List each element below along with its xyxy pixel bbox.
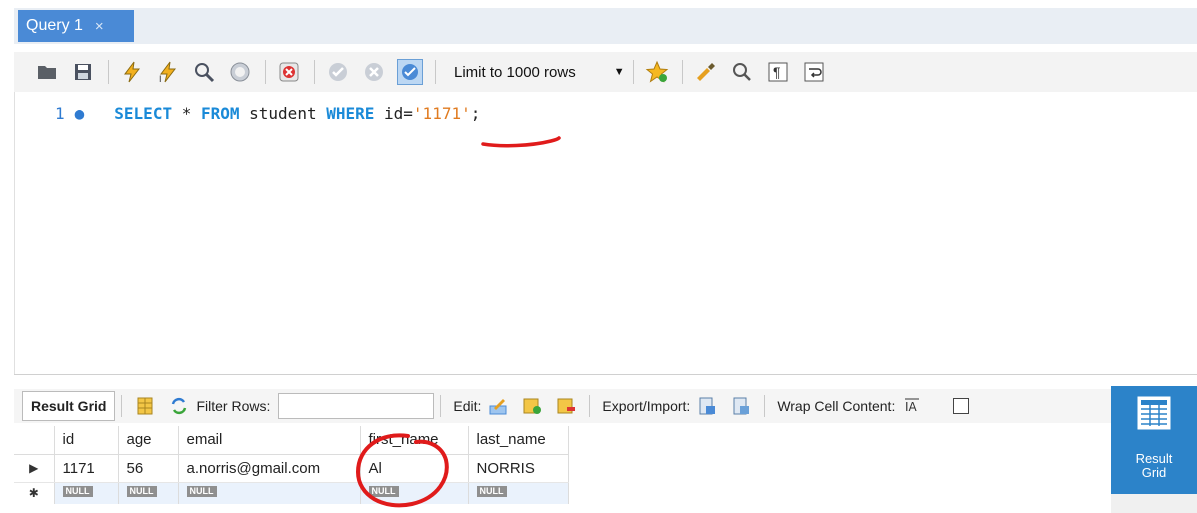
grid-layout-icon[interactable] [134, 395, 156, 417]
result-grid-side-button[interactable]: Result Grid [1111, 386, 1197, 494]
svg-text:¶: ¶ [773, 64, 781, 80]
export-import-label: Export/Import: [602, 398, 691, 414]
statement-marker-icon: ● [74, 104, 85, 123]
toolbar-separator [108, 60, 109, 84]
result-grid-icon [1137, 396, 1171, 430]
toolbar-separator [681, 60, 683, 84]
red-circle-annotation [355, 433, 449, 508]
table-row[interactable]: ▶ 1171 56 a.norris@gmail.com Al NORRIS [14, 454, 569, 483]
null-cell-last-name[interactable]: NULL [468, 482, 569, 504]
edit-row-icon[interactable] [487, 395, 509, 417]
find-icon[interactable] [729, 59, 755, 85]
query-toolbar: I Limit to 1000 rows ▼ ¶ [14, 52, 1197, 92]
side-button-label-1: Result [1135, 451, 1173, 466]
commit-icon[interactable] [325, 59, 351, 85]
line-number: 1 [55, 104, 65, 123]
keyword-select: SELECT [114, 104, 173, 123]
toolbar-separator [632, 60, 634, 84]
code-line-1: 1 ● SELECT * FROM student WHERE id='1171'; [55, 104, 480, 123]
results-panel: Result Grid Filter Rows: Edit: Export/Im… [14, 374, 1197, 513]
toolbar-separator [314, 60, 315, 84]
token-string-value: '1171' [412, 104, 471, 123]
tab-query-1[interactable]: Query 1 × [18, 10, 134, 42]
svg-text:I: I [159, 74, 162, 84]
null-badge: NULL [186, 485, 217, 497]
column-header-last-name[interactable]: last_name [468, 426, 569, 455]
filter-rows-input[interactable] [278, 393, 435, 419]
toolbar-separator [265, 60, 266, 84]
result-grid-table: id age email first_name last_name ▶ 1171… [14, 426, 569, 504]
result-grid-tab[interactable]: Result Grid [22, 391, 116, 421]
toolbar-separator [121, 395, 123, 417]
import-icon[interactable] [730, 395, 752, 417]
column-header-id[interactable]: id [54, 426, 119, 455]
cell-age[interactable]: 56 [118, 454, 179, 483]
table-header-row: id age email first_name last_name [14, 426, 569, 455]
chevron-down-icon: ▼ [613, 66, 625, 78]
autocommit-icon[interactable] [397, 59, 423, 85]
tab-strip: Query 1 × [0, 0, 1197, 44]
wrap-icon[interactable] [801, 59, 827, 85]
bookmark-icon[interactable] [644, 59, 670, 85]
wrap-cell-label: Wrap Cell Content: [777, 398, 896, 414]
token-column: id= [374, 104, 413, 123]
sql-editor[interactable]: 1 ● SELECT * FROM student WHERE id='1171'; [14, 92, 1197, 453]
column-header-email[interactable]: email [178, 426, 361, 455]
side-panel: Result Grid [1111, 386, 1197, 513]
export-icon[interactable] [696, 395, 718, 417]
limit-rows-label: Limit to 1000 rows [454, 63, 576, 81]
tab-band [14, 8, 1197, 44]
null-cell-age[interactable]: NULL [118, 482, 179, 504]
execute-current-icon[interactable]: I [155, 59, 181, 85]
wrap-cell-checkbox[interactable] [953, 398, 970, 414]
toolbar-separator [764, 395, 766, 417]
toolbar-separator [435, 60, 436, 84]
null-cell-email[interactable]: NULL [178, 482, 361, 504]
token-semicolon: ; [470, 104, 481, 123]
edit-label: Edit: [453, 398, 482, 414]
cell-email[interactable]: a.norris@gmail.com [178, 454, 361, 483]
keyword-where: WHERE [326, 104, 375, 123]
tab-title: Query 1 [26, 17, 83, 34]
side-button-label-2: Grid [1141, 465, 1167, 480]
column-header-age[interactable]: age [118, 426, 179, 455]
add-row-icon[interactable] [521, 395, 543, 417]
cell-id[interactable]: 1171 [54, 454, 119, 483]
cell-last-name[interactable]: NORRIS [468, 454, 569, 483]
null-badge: NULL [476, 485, 507, 497]
results-toolbar: Result Grid Filter Rows: Edit: Export/Im… [14, 389, 1114, 423]
beautify-icon[interactable] [693, 59, 719, 85]
toolbar-separator [440, 395, 442, 417]
explain-icon[interactable] [191, 59, 217, 85]
filter-rows-label: Filter Rows: [196, 398, 271, 414]
refresh-icon[interactable] [168, 395, 190, 417]
new-row[interactable]: ✱ NULL NULL NULL NULL NULL [14, 482, 569, 504]
save-icon[interactable] [70, 59, 96, 85]
svg-text:IA: IA [905, 400, 918, 414]
stop-on-error-icon[interactable] [276, 59, 302, 85]
rollback-icon[interactable] [361, 59, 387, 85]
toolbar-separator [589, 395, 591, 417]
null-badge: NULL [62, 485, 93, 497]
folder-icon[interactable] [34, 59, 60, 85]
tab-close-icon[interactable]: × [95, 18, 104, 35]
new-row-marker-icon: ✱ [14, 482, 55, 504]
stop-icon[interactable] [227, 59, 253, 85]
keyword-from: FROM [200, 104, 240, 123]
execute-icon[interactable] [119, 59, 145, 85]
null-cell-id[interactable]: NULL [54, 482, 119, 504]
row-pointer-icon: ▶ [14, 454, 55, 483]
token-star: * [172, 104, 201, 123]
delete-row-icon[interactable] [555, 395, 577, 417]
token-table: student [239, 104, 327, 123]
invisible-chars-icon[interactable]: ¶ [765, 59, 791, 85]
wrap-cell-icon[interactable]: IA [901, 395, 923, 417]
red-underline-annotation [481, 136, 561, 148]
limit-rows-select[interactable]: Limit to 1000 rows ▼ [448, 58, 631, 86]
row-header-corner [14, 426, 55, 455]
null-badge: NULL [126, 485, 157, 497]
